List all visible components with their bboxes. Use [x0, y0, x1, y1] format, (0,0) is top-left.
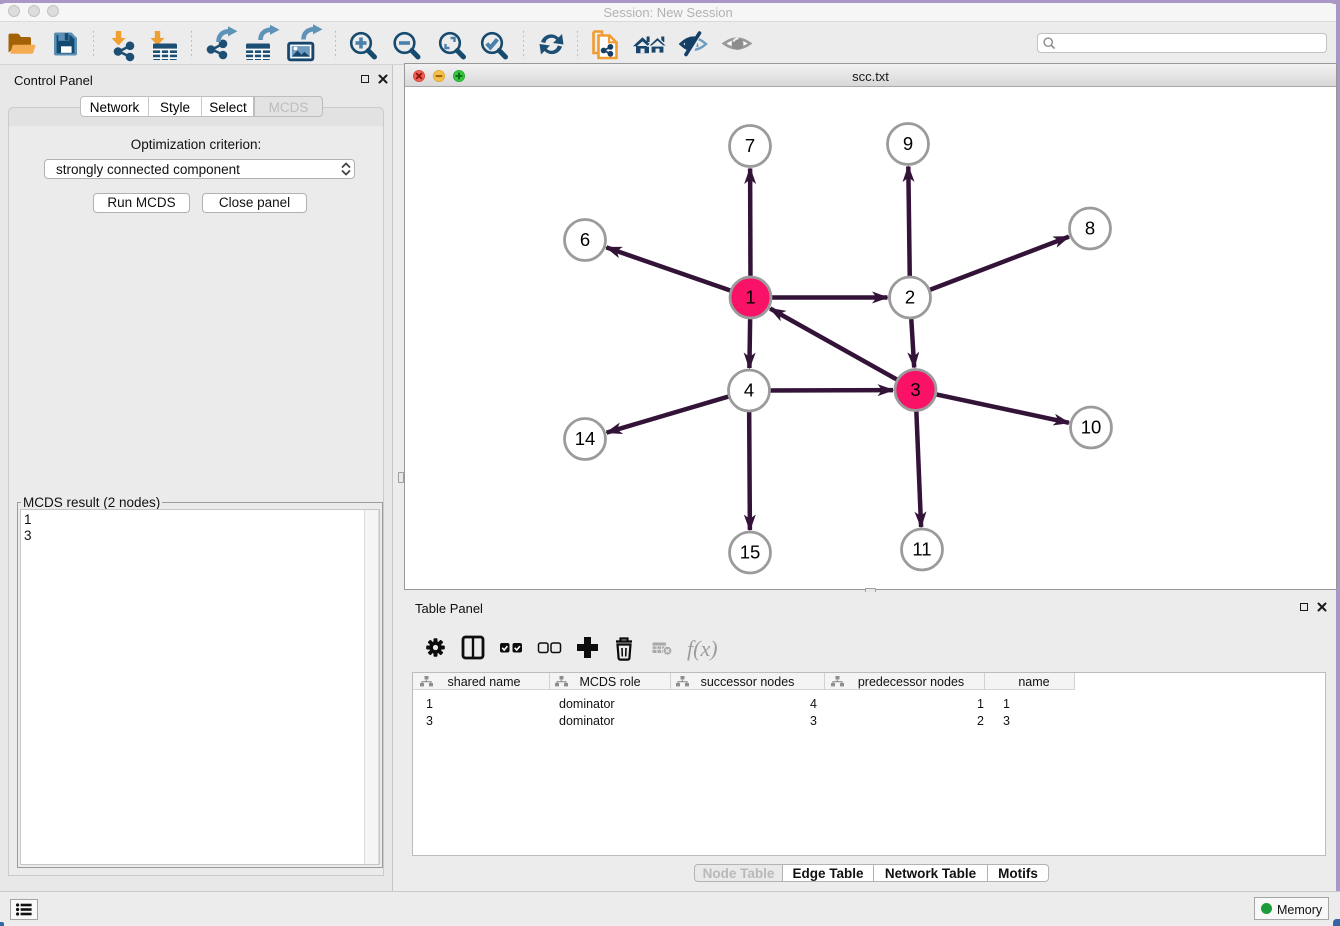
svg-text:4: 4	[744, 380, 754, 401]
svg-text:1: 1	[745, 287, 755, 308]
svg-text:8: 8	[1085, 218, 1095, 239]
svg-text:2: 2	[905, 287, 915, 308]
svg-text:10: 10	[1081, 417, 1102, 438]
svg-text:6: 6	[580, 229, 590, 250]
svg-text:15: 15	[740, 542, 761, 563]
svg-text:7: 7	[745, 135, 755, 156]
svg-text:14: 14	[575, 428, 596, 449]
svg-text:f(x): f(x)	[687, 636, 718, 661]
svg-text:11: 11	[912, 539, 931, 560]
svg-text:9: 9	[903, 133, 913, 154]
svg-text:3: 3	[910, 379, 920, 400]
